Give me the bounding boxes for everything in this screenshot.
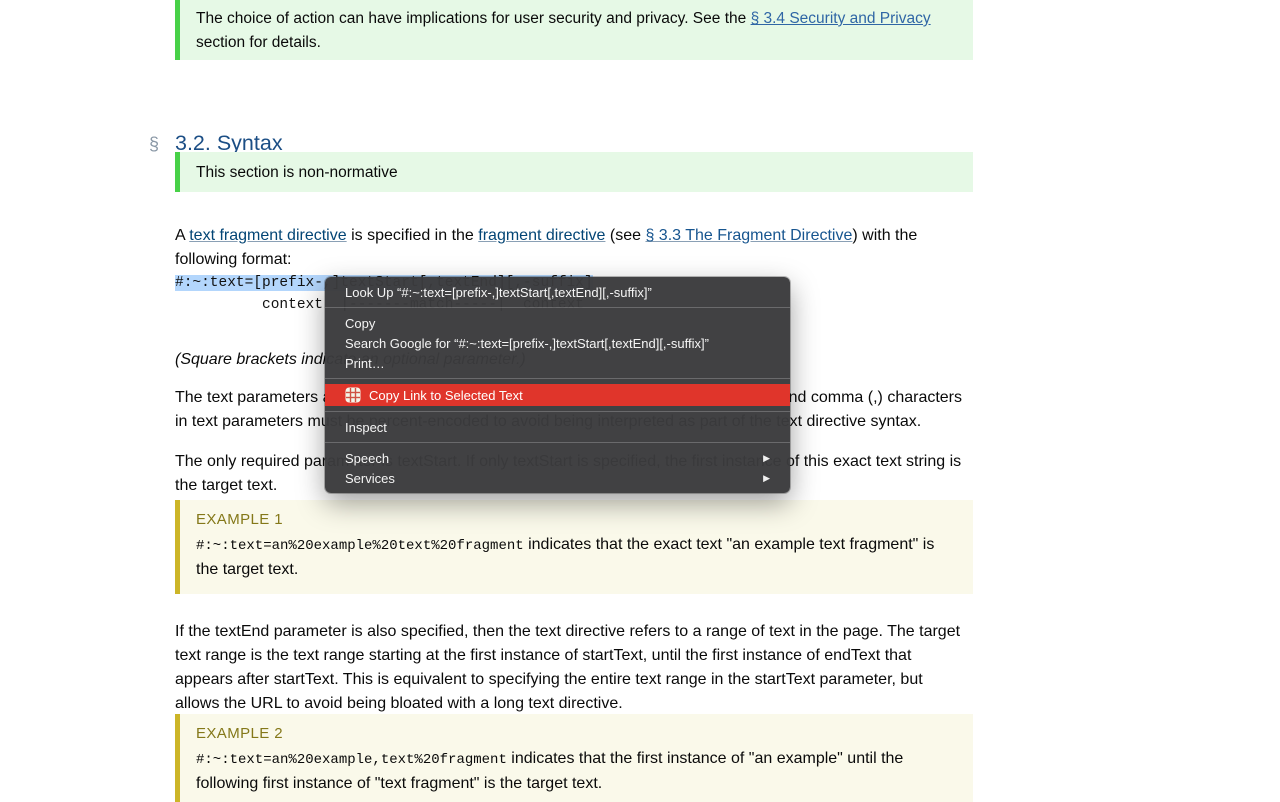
menu-item-copy-link-to-selected-text[interactable]: Copy Link to Selected Text — [325, 384, 790, 406]
intro-text: is specified in the — [347, 227, 479, 244]
note-text-before: The choice of action can have implicatio… — [196, 10, 751, 27]
menu-separator — [325, 442, 790, 443]
example-1-label: EXAMPLE 1 — [196, 510, 957, 530]
menu-item-services[interactable]: Services ▶ — [325, 468, 790, 488]
note-text-after: section for details. — [196, 34, 321, 51]
example-2-label: EXAMPLE 2 — [196, 724, 957, 744]
link-security-and-privacy[interactable]: § 3.4 Security and Privacy — [751, 10, 931, 27]
menu-item-label: Inspect — [345, 420, 387, 435]
section-heading-title: 3.2. Syntax — [175, 131, 283, 155]
spec-page: { "colors": { "note_green_border": "#48d… — [0, 0, 1280, 800]
link-text-fragment-directive[interactable]: text fragment directive — [189, 227, 346, 244]
menu-separator — [325, 307, 790, 308]
fragment-grid-icon — [345, 387, 361, 403]
example-2-box: EXAMPLE 2 #:~:text=an%20example,text%20f… — [175, 714, 973, 802]
example-1-box: EXAMPLE 1 #:~:text=an%20example%20text%2… — [175, 500, 973, 594]
menu-item-label: Services — [345, 471, 395, 486]
menu-item-label: Print… — [345, 356, 385, 371]
non-normative-note: This section is non-normative — [175, 152, 973, 192]
menu-item-label: Copy — [345, 316, 375, 331]
menu-item-label: Look Up “#:~:text=[prefix-,]textStart[,t… — [345, 285, 652, 300]
menu-item-label: Speech — [345, 451, 389, 466]
link-fragment-directive[interactable]: fragment directive — [478, 227, 605, 244]
example-1-body: #:~:text=an%20example%20text%20fragment … — [196, 533, 957, 582]
context-menu: Look Up “#:~:text=[prefix-,]textStart[,t… — [325, 277, 790, 493]
intro-paragraph: A text fragment directive is specified i… — [175, 224, 969, 272]
menu-item-label: Search Google for “#:~:text=[prefix-,]te… — [345, 336, 709, 351]
menu-separator — [325, 378, 790, 379]
submenu-arrow-icon: ▶ — [763, 453, 770, 464]
menu-separator — [325, 411, 790, 412]
menu-item-copy[interactable]: Copy — [325, 313, 790, 333]
menu-item-label: Copy Link to Selected Text — [369, 388, 523, 403]
menu-item-look-up[interactable]: Look Up “#:~:text=[prefix-,]textStart[,t… — [325, 282, 790, 302]
menu-item-print[interactable]: Print… — [325, 353, 790, 373]
example-1-code: #:~:text=an%20example%20text%20fragment — [196, 538, 524, 554]
menu-item-search-google[interactable]: Search Google for “#:~:text=[prefix-,]te… — [325, 333, 790, 353]
intro-text: (see — [605, 227, 645, 244]
link-the-fragment-directive-section[interactable]: § 3.3 The Fragment Directive — [645, 227, 852, 244]
submenu-arrow-icon: ▶ — [763, 473, 770, 484]
intro-text: A — [175, 227, 189, 244]
menu-item-inspect[interactable]: Inspect — [325, 417, 790, 437]
menu-item-speech[interactable]: Speech ▶ — [325, 448, 790, 468]
section-self-link-icon[interactable]: § — [149, 134, 175, 155]
example-2-code: #:~:text=an%20example,text%20fragment — [196, 752, 507, 768]
non-normative-text: This section is non-normative — [196, 164, 398, 181]
security-privacy-note: The choice of action can have implicatio… — [175, 0, 973, 60]
textend-paragraph: If the textEnd parameter is also specifi… — [175, 620, 969, 716]
example-2-body: #:~:text=an%20example,text%20fragment in… — [196, 747, 957, 796]
